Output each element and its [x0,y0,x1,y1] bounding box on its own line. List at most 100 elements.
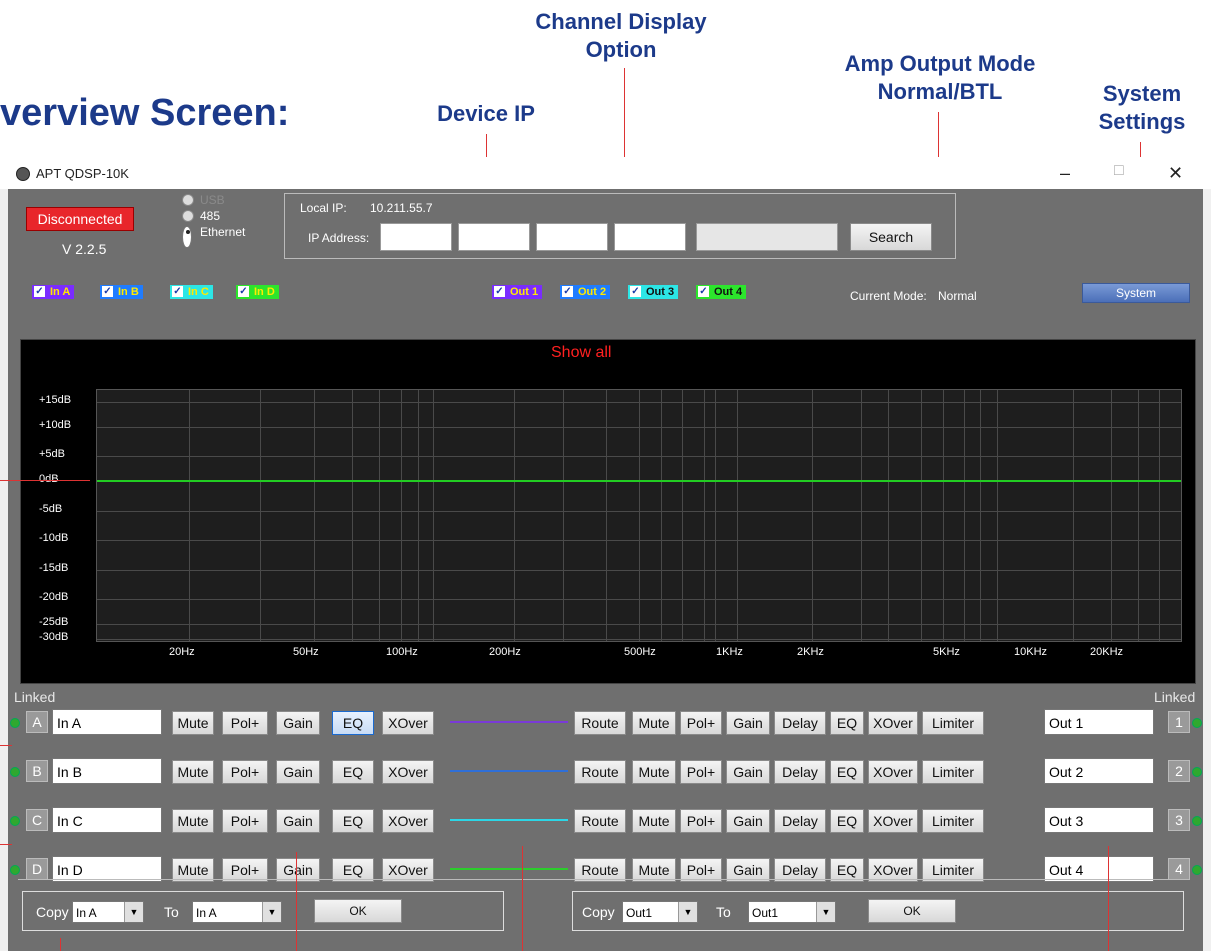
input-gain-button[interactable]: Gain [276,711,320,735]
chk-out-4[interactable]: Out 4 [696,285,747,299]
copy-input-to-select[interactable]: In A ▼ [192,901,282,923]
ip-octet-1[interactable] [380,223,452,251]
chk-out-3[interactable]: Out 3 [628,285,679,299]
x-tick-label: 200Hz [489,646,521,658]
copy-output-to-value: Out1 [752,906,779,920]
output-eq-button[interactable]: EQ [830,809,864,833]
chevron-down-icon: ▼ [678,902,697,922]
output-limiter-button[interactable]: Limiter [922,809,984,833]
v-gridline [943,390,944,641]
chk-in-c[interactable]: In C [170,285,213,299]
ip-extra-field[interactable] [696,223,838,251]
input-letter-d[interactable]: D [26,858,48,880]
output-xover-button[interactable]: XOver [868,711,918,735]
input-mute-button[interactable]: Mute [172,711,214,735]
input-xover-button[interactable]: XOver [382,809,434,833]
output-number-2[interactable]: 2 [1168,760,1190,782]
ip-octet-4[interactable] [614,223,686,251]
output-name-field[interactable]: Out 2 [1044,758,1154,784]
output-route-button[interactable]: Route [574,711,626,735]
output-route-button[interactable]: Route [574,809,626,833]
input-mute-button[interactable]: Mute [172,760,214,784]
output-delay-button[interactable]: Delay [774,711,826,735]
input-eq-button[interactable]: EQ [332,711,374,735]
output-gain-button[interactable]: Gain [726,760,770,784]
current-mode-label: Current Mode: [850,289,927,303]
frequency-response-graph[interactable]: Show all +15dB +10dB +5dB 0dB -5dB -10dB -15dB… [20,339,1196,684]
system-button[interactable]: System [1082,283,1190,303]
interface-usb[interactable]: USB [182,193,262,207]
minimize-button[interactable]: – [1060,163,1070,184]
copy-input-from-select[interactable]: In A ▼ [72,901,144,923]
x-tick-label: 10KHz [1014,646,1048,658]
input-eq-button[interactable]: EQ [332,760,374,784]
v-gridline [964,390,965,641]
maximize-button[interactable]: □ [1114,162,1124,180]
output-name-field[interactable]: Out 1 [1044,709,1154,735]
output-mute-button[interactable]: Mute [632,760,676,784]
copy-output-to-select[interactable]: Out1 ▼ [748,901,836,923]
ethernet-radio[interactable] [182,226,192,248]
app-icon [16,167,30,181]
output-number-4[interactable]: 4 [1168,858,1190,880]
copy-output-from-select[interactable]: Out1 ▼ [622,901,698,923]
input-eq-button[interactable]: EQ [332,809,374,833]
show-all-label[interactable]: Show all [551,344,611,362]
input-pol-plus-button[interactable]: Pol+ [222,809,268,833]
output-eq-button[interactable]: EQ [830,711,864,735]
input-letter-a[interactable]: A [26,711,48,733]
output-xover-button[interactable]: XOver [868,809,918,833]
output-mute-button[interactable]: Mute [632,711,676,735]
input-name-field[interactable]: In B [52,758,162,784]
v-gridline [563,390,564,641]
x-tick-label: 50Hz [293,646,319,658]
output-route-button[interactable]: Route [574,760,626,784]
output-gain-button[interactable]: Gain [726,809,770,833]
v-gridline [704,390,705,641]
output-xover-button[interactable]: XOver [868,760,918,784]
input-name-field[interactable]: In C [52,807,162,833]
input-gain-button[interactable]: Gain [276,809,320,833]
input-mute-button[interactable]: Mute [172,809,214,833]
input-link-led [10,865,20,875]
copy-input-ok-button[interactable]: OK [314,899,402,923]
output-mute-button[interactable]: Mute [632,809,676,833]
interface-ethernet[interactable]: Ethernet [182,225,262,248]
ip-octet-2[interactable] [458,223,530,251]
input-xover-button[interactable]: XOver [382,760,434,784]
input-pol-plus-button[interactable]: Pol+ [222,760,268,784]
output-limiter-button[interactable]: Limiter [922,760,984,784]
input-xover-button[interactable]: XOver [382,711,434,735]
chevron-down-icon: ▼ [816,902,835,922]
output-name-field[interactable]: Out 3 [1044,807,1154,833]
output-delay-button[interactable]: Delay [774,809,826,833]
output-pol-plus-button[interactable]: Pol+ [680,760,722,784]
485-radio[interactable] [182,210,194,222]
output-eq-button[interactable]: EQ [830,760,864,784]
input-letter-c[interactable]: C [26,809,48,831]
output-number-1[interactable]: 1 [1168,711,1190,733]
output-pol-plus-button[interactable]: Pol+ [680,809,722,833]
input-gain-button[interactable]: Gain [276,760,320,784]
ip-octet-3[interactable] [536,223,608,251]
output-limiter-button[interactable]: Limiter [922,711,984,735]
v-gridline [737,390,738,641]
chk-out-1[interactable]: Out 1 [492,285,543,299]
search-button[interactable]: Search [850,223,932,251]
close-button[interactable]: ✕ [1168,163,1183,184]
input-letter-b[interactable]: B [26,760,48,782]
input-name-field[interactable]: In A [52,709,162,735]
output-gain-button[interactable]: Gain [726,711,770,735]
output-pol-plus-button[interactable]: Pol+ [680,711,722,735]
output-number-3[interactable]: 3 [1168,809,1190,831]
copy-output-ok-button[interactable]: OK [868,899,956,923]
chk-in-a[interactable]: In A [32,285,75,299]
v-gridline [260,390,261,641]
output-delay-button[interactable]: Delay [774,760,826,784]
interface-485[interactable]: 485 [182,209,262,223]
chk-in-b[interactable]: In B [100,285,143,299]
chk-out-2[interactable]: Out 2 [560,285,611,299]
usb-radio[interactable] [182,194,194,206]
chk-in-d[interactable]: In D [236,285,279,299]
input-pol-plus-button[interactable]: Pol+ [222,711,268,735]
